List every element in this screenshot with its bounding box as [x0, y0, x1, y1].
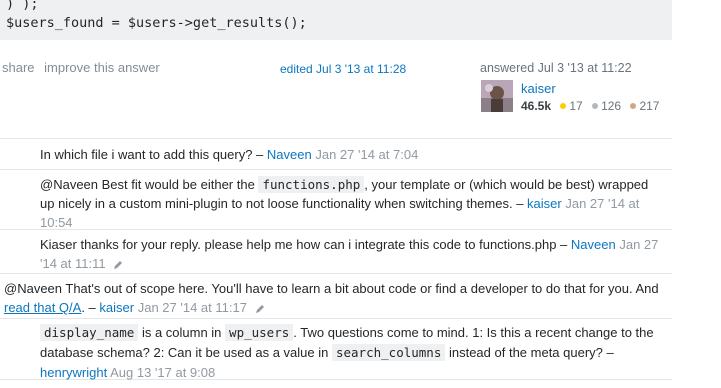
edited-link[interactable]: edited Jul 3 '13 at 11:28 — [280, 62, 406, 76]
silver-badge-count: 126 — [601, 99, 622, 113]
comment-text: is a column in — [141, 325, 222, 340]
user-reputation: 46.5k 17 126 217 — [521, 99, 659, 113]
comment-body: display_name is a column in wp_users. Tw… — [40, 323, 662, 383]
comment-user[interactable]: kaiser — [99, 300, 134, 315]
user-name[interactable]: kaiser — [521, 81, 556, 96]
comment-text: In which file i want to add this query? … — [40, 147, 264, 162]
gold-badge-count: 17 — [569, 99, 583, 113]
comment-date[interactable]: Aug 13 '17 at 9:08 — [110, 365, 215, 380]
comment-link[interactable]: read that Q/A — [4, 300, 81, 315]
share-link[interactable]: share — [2, 60, 35, 75]
comment-body: @Naveen That's out of scope here. You'll… — [4, 279, 662, 317]
comment-user[interactable]: Naveen — [571, 237, 616, 252]
comment: Kiaser thanks for your reply. please hel… — [0, 230, 672, 274]
comment-code: display_name — [40, 324, 139, 341]
edited-pencil-icon — [114, 260, 123, 269]
comment-text: @Naveen That's out of scope here. You'll… — [4, 281, 659, 296]
bronze-badge-count: 217 — [639, 99, 660, 113]
comment-text: instead of the meta query? – — [448, 345, 614, 360]
comment-date[interactable]: Jan 27 '14 at 7:04 — [315, 147, 418, 162]
post-menu: share improve this answer — [2, 60, 166, 75]
code-line-1: ) ); — [6, 0, 39, 12]
comment-text: @Naveen Best fit would be either the — [40, 177, 255, 192]
comment-date[interactable]: Jan 27 '14 at 11:17 — [138, 300, 247, 315]
comment: display_name is a column in wp_users. Tw… — [0, 319, 672, 380]
code-block: ) ); $users_found = $users->get_results(… — [0, 0, 672, 40]
comment: In which file i want to add this query? … — [0, 139, 672, 170]
gold-badge-icon — [560, 103, 567, 110]
bronze-badge-icon — [630, 103, 637, 110]
comment: @Naveen Best fit would be either the fun… — [0, 170, 672, 230]
comment-body: In which file i want to add this query? … — [40, 145, 662, 164]
improve-answer-link[interactable]: improve this answer — [44, 60, 160, 75]
comment-code: wp_users — [225, 324, 294, 341]
comment-code: functions.php — [258, 176, 365, 193]
edited-pencil-icon — [255, 304, 264, 313]
answered-timestamp: answered Jul 3 '13 at 11:22 — [480, 61, 632, 75]
silver-badge-icon — [592, 103, 599, 110]
comment-user[interactable]: Naveen — [267, 147, 312, 162]
comment-body: Kiaser thanks for your reply. please hel… — [40, 235, 662, 273]
comment-text: . – — [81, 300, 96, 315]
comment-text: Kiaser thanks for your reply. please hel… — [40, 237, 568, 252]
comment-user[interactable]: henrywright — [40, 365, 107, 380]
avatar-image — [481, 80, 513, 112]
comment-body: @Naveen Best fit would be either the fun… — [40, 175, 662, 232]
comment-code: search_columns — [331, 344, 446, 361]
code-line-2: $users_found = $users->get_results(); — [6, 15, 307, 31]
comment-user[interactable]: kaiser — [527, 196, 562, 211]
comment: @Naveen That's out of scope here. You'll… — [0, 274, 672, 319]
reputation-score: 46.5k — [521, 99, 552, 113]
avatar[interactable] — [481, 80, 513, 112]
